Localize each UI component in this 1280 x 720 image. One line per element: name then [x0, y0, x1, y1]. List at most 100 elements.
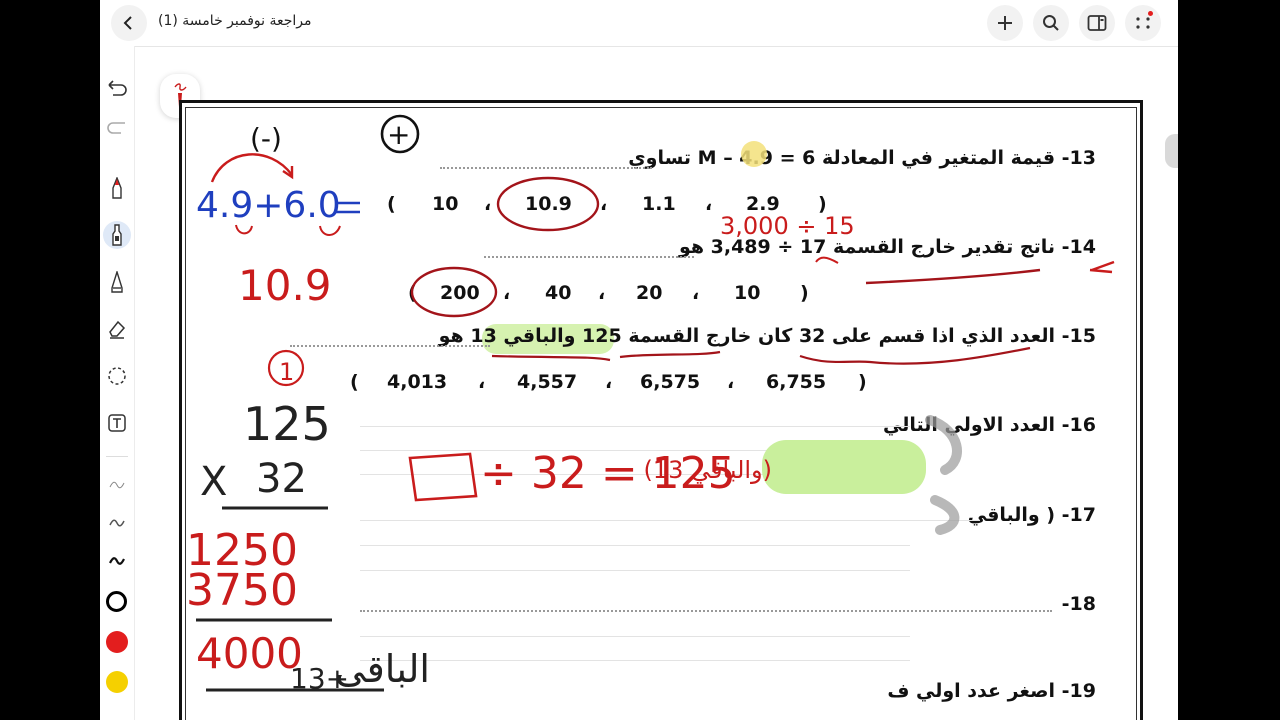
lasso-icon: [108, 367, 126, 385]
q16-number: 16-: [1061, 414, 1096, 436]
q15-option-4[interactable]: 6,755: [766, 371, 826, 393]
redo-icon: [107, 122, 125, 134]
pen-icon: [112, 177, 122, 199]
q14-sep-3: ،: [692, 282, 700, 304]
writing-line-3: [360, 474, 910, 475]
stroke-width-thick[interactable]: [103, 547, 131, 575]
stroke-width-thin[interactable]: [103, 471, 131, 499]
squiggle-thin-icon: [109, 481, 125, 489]
question-19: 19- اصغر عدد اولي ف: [887, 680, 1096, 702]
q13-sep-3: ،: [705, 193, 713, 215]
sidebar-toggle-button[interactable]: [1079, 5, 1115, 41]
q19-number: 19-: [1061, 680, 1096, 702]
document-title: مراجعة نوفمبر خامسة (1): [158, 13, 312, 29]
q15-text: العدد الذي اذا قسم على 32 كان خارج القسم…: [438, 325, 1056, 347]
q14-option-4[interactable]: 10: [734, 282, 760, 304]
q13-option-2[interactable]: 10.9: [525, 193, 572, 215]
stroke-width-medium[interactable]: [103, 509, 131, 537]
text-tool[interactable]: [103, 409, 131, 437]
q14-sep-1: ،: [503, 282, 511, 304]
q14-option-2[interactable]: 40: [545, 282, 571, 304]
color-swatch-black[interactable]: [106, 591, 127, 612]
text-icon: [108, 414, 126, 432]
notification-dot: [1148, 11, 1153, 16]
q15-option-3[interactable]: 6,575: [640, 371, 700, 393]
q13-option-4[interactable]: 2.9: [746, 193, 780, 215]
back-button[interactable]: [111, 5, 147, 41]
color-swatch-red[interactable]: [106, 631, 128, 653]
question-16: 16- العدد الاولي التالي: [883, 414, 1096, 436]
squiggle-medium-icon: [109, 519, 125, 527]
more-dots-icon: [1136, 17, 1150, 29]
more-button[interactable]: [1125, 5, 1161, 41]
question-17: 17- ( والباقي: [968, 504, 1096, 526]
q15-number: 15-: [1061, 325, 1096, 347]
q19-text: اصغر عدد اولي ف: [887, 680, 1056, 702]
writing-line-6: [360, 570, 910, 571]
app-window: مراجعة نوفمبر خامسة (1): [100, 0, 1178, 720]
eraser-tool[interactable]: [103, 315, 131, 343]
q15-option-1[interactable]: 4,013: [387, 371, 447, 393]
highlighter-tool[interactable]: [103, 221, 131, 249]
lasso-tool[interactable]: [103, 362, 131, 390]
writing-line-4: [360, 520, 980, 521]
question-15: 15- العدد الذي اذا قسم على 32 كان خارج ا…: [439, 325, 1096, 347]
q17-text: ( والباقي: [967, 504, 1056, 526]
question-13: 13- قيمة المتغير في المعادلة 6 = M – 4.9…: [628, 147, 1096, 169]
plus-icon: [998, 16, 1012, 30]
q15-close-paren: ): [858, 371, 867, 393]
q14-answer-line: [484, 256, 694, 258]
q13-answer-line: [440, 167, 652, 169]
panel-icon: [1087, 15, 1107, 31]
squiggle-thick-icon: [109, 557, 125, 565]
writing-line-8: [360, 660, 910, 661]
add-page-button[interactable]: [987, 5, 1023, 41]
question-14: 14- ناتج تقدير خارج القسمة 17 ÷ 3,489 هو: [679, 236, 1096, 258]
q14-option-1[interactable]: 200: [440, 282, 480, 304]
chevron-left-icon: [123, 16, 132, 30]
q13-open-paren: (: [387, 193, 396, 215]
question-18: 18-: [1062, 593, 1096, 615]
top-bar: مراجعة نوفمبر خامسة (1): [100, 0, 1178, 47]
highlighter-icon: [112, 224, 122, 246]
color-swatch-yellow[interactable]: [106, 671, 128, 693]
writing-line-2: [360, 450, 910, 451]
writing-line-5: [360, 545, 910, 546]
redo-button[interactable]: [103, 112, 131, 140]
q18-number: 18-: [1061, 593, 1096, 615]
tool-sidebar: [100, 46, 135, 720]
q13-option-1[interactable]: 10: [432, 193, 458, 215]
q14-open-paren: (: [408, 282, 417, 304]
undo-button[interactable]: [103, 74, 131, 102]
q15-sep-1: ،: [478, 371, 486, 393]
q16-text: العدد الاولي التالي: [882, 414, 1056, 436]
q13-number: 13-: [1061, 147, 1096, 169]
undo-icon: [108, 80, 127, 96]
q18-answer-line: [360, 610, 1052, 612]
toolbar-divider: [106, 456, 128, 457]
q17-number: 17-: [1061, 504, 1096, 526]
q15-sep-2: ،: [605, 371, 613, 393]
q13-sep-1: ،: [484, 193, 492, 215]
search-icon: [1043, 15, 1059, 31]
q13-option-3[interactable]: 1.1: [642, 193, 676, 215]
q14-text: ناتج تقدير خارج القسمة 17 ÷ 3,489 هو: [678, 236, 1056, 258]
pen-tool[interactable]: [103, 174, 131, 202]
q15-answer-line: [290, 345, 490, 347]
q14-number: 14-: [1061, 236, 1096, 258]
page-scroll-handle[interactable]: [1165, 134, 1178, 168]
q15-option-2[interactable]: 4,557: [517, 371, 577, 393]
pencil-icon: [111, 271, 123, 293]
pencil-tool[interactable]: [103, 268, 131, 296]
q14-close-paren: ): [800, 282, 809, 304]
search-button[interactable]: [1033, 5, 1069, 41]
q14-option-3[interactable]: 20: [636, 282, 662, 304]
q15-open-paren: (: [350, 371, 359, 393]
writing-line-1: [360, 426, 910, 427]
q15-sep-3: ،: [727, 371, 735, 393]
q14-sep-2: ،: [598, 282, 606, 304]
writing-line-7: [360, 636, 910, 637]
eraser-icon: [109, 320, 126, 339]
q13-close-paren: ): [818, 193, 827, 215]
q13-text: قيمة المتغير في المعادلة 6 = M – 4.9 تسا…: [628, 147, 1056, 169]
